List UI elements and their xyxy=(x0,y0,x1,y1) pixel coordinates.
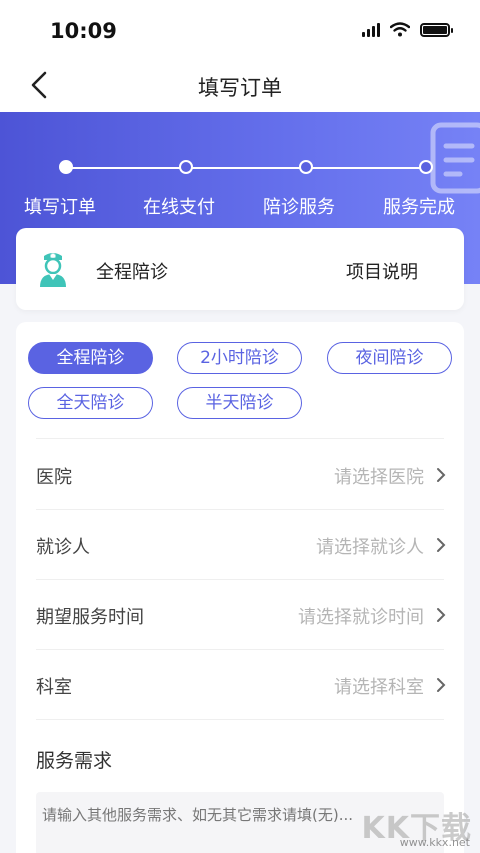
department-label: 科室 xyxy=(36,677,72,698)
nav-bar: 填写订单 xyxy=(0,60,480,112)
wifi-icon xyxy=(390,22,410,37)
chevron-right-icon xyxy=(437,608,446,622)
step-dot-1 xyxy=(59,160,73,174)
option-full-escort[interactable]: 全程陪诊 xyxy=(28,342,153,374)
battery-icon xyxy=(420,22,453,37)
service-name: 全程陪诊 xyxy=(96,262,168,283)
status-time: 10:09 xyxy=(50,19,117,43)
chevron-right-icon xyxy=(437,538,446,552)
step-label-fill-order: 填写订单 xyxy=(24,197,96,218)
document-decoration-icon xyxy=(430,122,480,194)
option-night-escort[interactable]: 夜间陪诊 xyxy=(327,342,452,374)
nurse-icon xyxy=(40,253,66,287)
step-dot-3 xyxy=(299,160,313,174)
step-dot-2 xyxy=(179,160,193,174)
step-label-complete: 服务完成 xyxy=(383,197,455,218)
service-card[interactable]: 全程陪诊 项目说明 xyxy=(16,228,464,310)
patient-row[interactable]: 就诊人 请选择就诊人 xyxy=(16,509,464,579)
chevron-right-icon xyxy=(437,678,446,692)
step-dot-4 xyxy=(419,160,433,174)
requirements-label: 服务需求 xyxy=(36,750,113,772)
patient-placeholder: 请选择就诊人 xyxy=(316,537,424,558)
step-label-payment: 在线支付 xyxy=(143,197,215,218)
page-title: 填写订单 xyxy=(198,76,282,100)
cellular-signal-icon xyxy=(362,22,380,37)
order-form: 全程陪诊 2小时陪诊 夜间陪诊 全天陪诊 半天陪诊 医院 请选择医院 就诊人 请… xyxy=(16,322,464,853)
department-placeholder: 请选择科室 xyxy=(334,677,424,698)
progress-line xyxy=(66,167,426,169)
service-time-label: 期望服务时间 xyxy=(36,607,144,628)
hospital-label: 医院 xyxy=(36,467,72,488)
status-bar: 10:09 xyxy=(0,0,480,60)
divider xyxy=(36,719,444,720)
service-time-placeholder: 请选择就诊时间 xyxy=(298,607,424,628)
status-icons xyxy=(362,22,453,37)
project-description-link[interactable]: 项目说明 xyxy=(346,258,418,284)
department-row[interactable]: 科室 请选择科室 xyxy=(16,649,464,719)
watermark: KK下载 www.kkx.net xyxy=(362,803,473,849)
hospital-placeholder: 请选择医院 xyxy=(334,467,424,488)
service-time-row[interactable]: 期望服务时间 请选择就诊时间 xyxy=(16,579,464,649)
chevron-right-icon xyxy=(437,468,446,482)
option-full-day-escort[interactable]: 全天陪诊 xyxy=(28,387,153,419)
option-half-day-escort[interactable]: 半天陪诊 xyxy=(177,387,302,419)
watermark-url: www.kkx.net xyxy=(399,836,470,849)
patient-label: 就诊人 xyxy=(36,537,90,558)
hospital-row[interactable]: 医院 请选择医院 xyxy=(16,439,464,509)
option-2-hour-escort[interactable]: 2小时陪诊 xyxy=(177,342,302,374)
step-label-service: 陪诊服务 xyxy=(263,197,335,218)
